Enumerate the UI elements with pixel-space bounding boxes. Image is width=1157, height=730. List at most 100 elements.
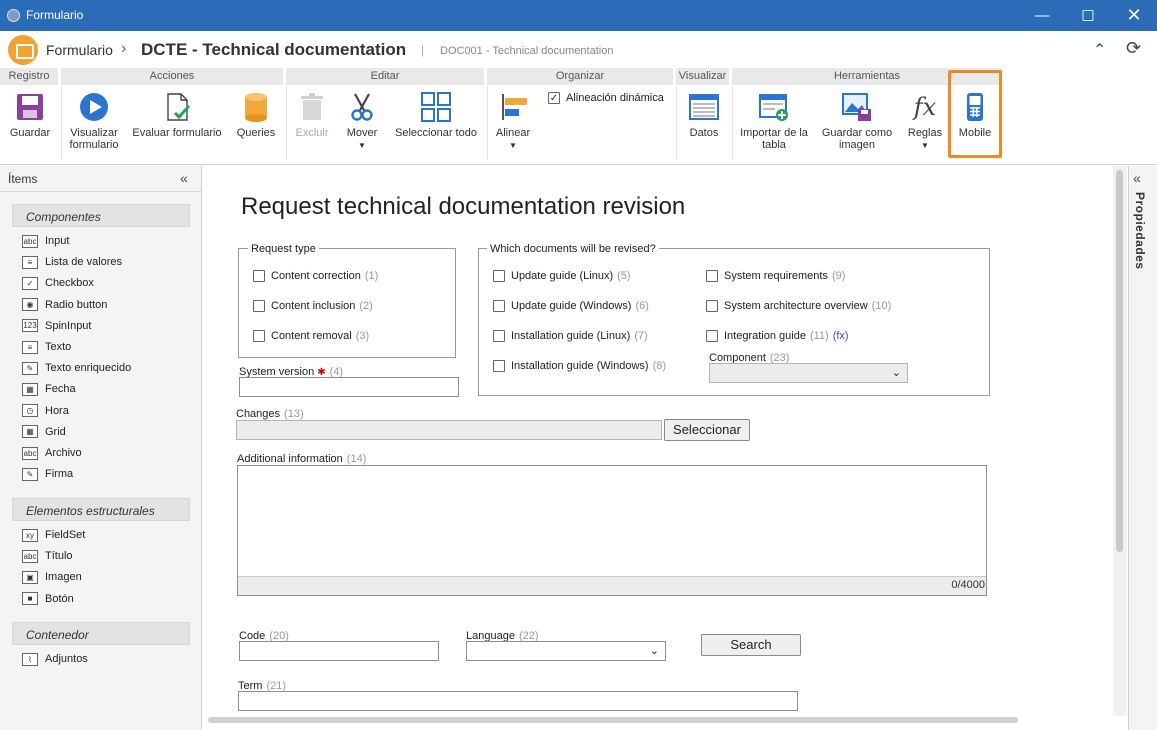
component-item-lista-de-valores[interactable]: ≡ Lista de valores xyxy=(22,253,122,271)
breadcrumb-section[interactable]: Formulario xyxy=(46,42,113,58)
collapse-right-icon[interactable]: « xyxy=(1133,170,1141,186)
component-item-radio-button[interactable]: ◉ Radio button xyxy=(22,296,107,314)
component-item-titulo[interactable]: abc Título xyxy=(22,547,73,565)
field-number: (2) xyxy=(359,300,373,312)
checkbox-box[interactable] xyxy=(493,270,505,282)
mover-dropdown-icon[interactable]: ▼ xyxy=(358,141,366,150)
section-contenedor[interactable]: Contenedor xyxy=(12,622,190,645)
system-version-input[interactable] xyxy=(239,377,459,397)
minimize-button[interactable]: — xyxy=(1019,0,1065,31)
queries-button[interactable]: Queries xyxy=(230,88,282,139)
fieldset-icon: xy xyxy=(22,528,38,542)
save-icon xyxy=(15,92,45,122)
checkbox-box[interactable] xyxy=(253,330,265,342)
datos-button[interactable]: Datos xyxy=(681,88,727,139)
field-number: (7) xyxy=(634,330,648,342)
component-item-fieldset[interactable]: xy FieldSet xyxy=(22,526,85,544)
checkbox-box[interactable] xyxy=(493,300,505,312)
alineacion-dinamica-checkbox[interactable]: ✓ Alineación dinámica xyxy=(548,92,664,104)
visualizar-formulario-button[interactable]: Visualizar formulario xyxy=(63,88,125,151)
seleccionar-button[interactable]: Seleccionar xyxy=(664,419,750,441)
checkbox-box[interactable] xyxy=(706,330,718,342)
checkbox-box[interactable] xyxy=(253,300,265,312)
checkbox-checked-icon: ✓ xyxy=(548,92,560,104)
checkbox-box[interactable] xyxy=(253,270,265,282)
checkbox-label: System architecture overview xyxy=(724,300,868,312)
guardar-como-imagen-button[interactable]: Guardar como imagen xyxy=(818,88,896,151)
code-input[interactable] xyxy=(239,641,439,661)
mover-button[interactable]: Mover ▼ xyxy=(340,88,384,152)
additional-info-textarea[interactable]: 0/4000 xyxy=(237,465,987,596)
component-item-label: Adjuntos xyxy=(45,653,88,665)
collapse-up-icon[interactable]: ⌃ xyxy=(1093,40,1106,60)
excluir-button[interactable]: Excluir xyxy=(290,88,334,139)
properties-panel-label[interactable]: Propiedades xyxy=(1133,192,1147,270)
field-number: (5) xyxy=(617,270,631,282)
image-save-icon xyxy=(842,92,872,122)
database-icon xyxy=(241,92,271,122)
group-visualizar: Visualizar xyxy=(676,68,732,85)
formula-fx-indicator[interactable]: (fx) xyxy=(833,330,849,342)
checkbox-box[interactable] xyxy=(493,330,505,342)
component-item-adjuntos[interactable]: ⌇ Adjuntos xyxy=(22,650,88,668)
close-button[interactable]: ✕ xyxy=(1111,0,1157,31)
ribbon-separator xyxy=(732,86,733,160)
reglas-dropdown-icon[interactable]: ▼ xyxy=(921,141,929,150)
seleccionar-todo-button[interactable]: Seleccionar todo xyxy=(390,88,482,139)
checkbox-content-inclusion[interactable]: Content inclusion (2) xyxy=(253,300,373,312)
component-item-texto-enriquecido[interactable]: ✎ Texto enriquecido xyxy=(22,359,131,377)
component-item-firma[interactable]: ✎ Firma xyxy=(22,465,73,483)
checkbox-content-removal[interactable]: Content removal (3) xyxy=(253,330,369,342)
checkbox-label: Integration guide xyxy=(724,330,806,342)
datos-label: Datos xyxy=(689,127,719,139)
maximize-button[interactable]: ☐ xyxy=(1065,0,1111,31)
section-componentes[interactable]: Componentes xyxy=(12,204,190,227)
component-item-texto[interactable]: ≡ Texto xyxy=(22,338,71,356)
component-item-checkbox[interactable]: ✓ Checkbox xyxy=(22,274,94,292)
component-select[interactable]: ⌄ xyxy=(709,363,908,383)
textarea-footer xyxy=(238,576,986,595)
component-item-label: Hora xyxy=(45,404,69,417)
component-item-archivo[interactable]: abc Archivo xyxy=(22,444,82,462)
checkbox-system-requirements[interactable]: System requirements (9) xyxy=(706,270,845,282)
checkbox-box[interactable] xyxy=(706,270,718,282)
collapse-left-icon[interactable]: « xyxy=(180,170,188,186)
chevron-right-icon: › xyxy=(121,40,127,57)
component-item-spininput[interactable]: 123 SpinInput xyxy=(22,317,91,335)
checkbox-installation-guide-windows[interactable]: Installation guide (Windows) (8) xyxy=(493,360,666,372)
refresh-icon[interactable]: ⟳ xyxy=(1126,38,1141,59)
guardar-button[interactable]: Guardar xyxy=(4,88,56,139)
component-item-imagen[interactable]: ▣ Imagen xyxy=(22,568,82,586)
evaluar-formulario-button[interactable]: Evaluar formulario xyxy=(128,88,226,139)
component-item-fecha[interactable]: ▦ Fecha xyxy=(22,380,76,398)
trash-icon xyxy=(297,92,327,122)
checkbox-system-architecture-overview[interactable]: System architecture overview (10) xyxy=(706,300,891,312)
term-input[interactable] xyxy=(238,691,798,711)
alinear-button[interactable]: Alinear ▼ xyxy=(492,88,534,152)
checkbox-update-guide-windows[interactable]: Update guide (Windows) (6) xyxy=(493,300,649,312)
checkbox-content-correction[interactable]: Content correction (1) xyxy=(253,270,378,282)
checkbox-box[interactable] xyxy=(706,300,718,312)
checkbox-update-guide-linux[interactable]: Update guide (Linux) (5) xyxy=(493,270,631,282)
component-item-hora[interactable]: ◷ Hora xyxy=(22,402,69,420)
component-item-boton[interactable]: ■ Botón xyxy=(22,590,74,608)
component-item-grid[interactable]: ▦ Grid xyxy=(22,423,66,441)
adjuntos-icon: ⌇ xyxy=(22,652,38,666)
search-button[interactable]: Search xyxy=(701,634,801,656)
checkbox-box[interactable] xyxy=(493,360,505,372)
horizontal-scrollbar[interactable] xyxy=(208,717,1018,723)
checkbox-integration-guide[interactable]: Integration guide (11) (fx) xyxy=(706,330,849,342)
checkbox-label: Installation guide (Linux) xyxy=(511,330,631,342)
form-title[interactable]: Request technical documentation revision xyxy=(241,193,685,221)
vertical-scrollbar-thumb[interactable] xyxy=(1116,170,1123,552)
section-elementos-estructurales[interactable]: Elementos estructurales xyxy=(12,498,190,521)
language-select[interactable]: ⌄ xyxy=(466,641,666,661)
data-table-icon xyxy=(689,92,719,122)
changes-input[interactable] xyxy=(236,420,662,440)
reglas-button[interactable]: fx Reglas ▼ xyxy=(903,88,947,152)
importar-tabla-button[interactable]: Importar de la tabla xyxy=(736,88,812,151)
ribbon-separator xyxy=(286,86,287,160)
component-item-input[interactable]: abc Input xyxy=(22,232,69,250)
alinear-dropdown-icon[interactable]: ▼ xyxy=(509,141,517,150)
checkbox-installation-guide-linux[interactable]: Installation guide (Linux) (7) xyxy=(493,330,648,342)
